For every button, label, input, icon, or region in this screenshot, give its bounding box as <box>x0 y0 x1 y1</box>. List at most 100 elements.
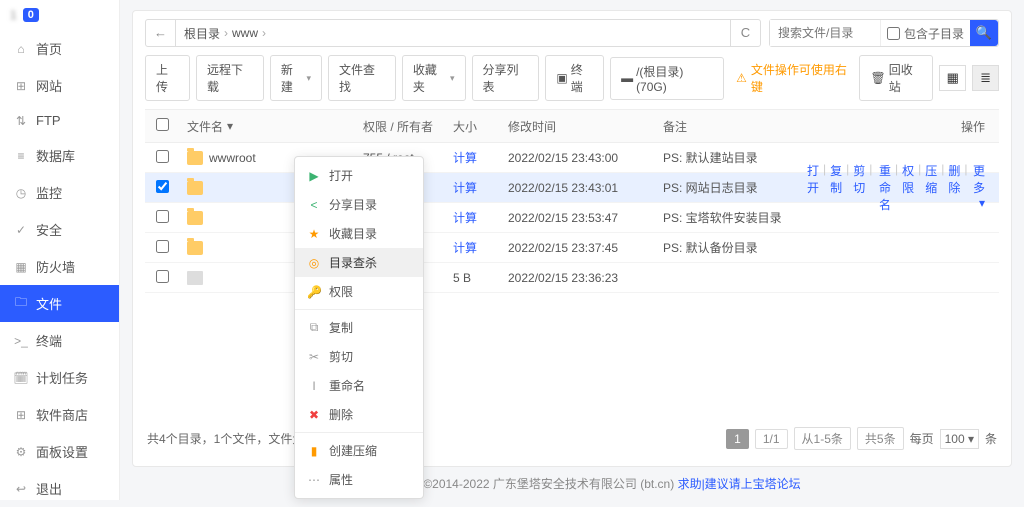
row-action[interactable]: 压缩 <box>925 162 937 213</box>
sidebar-label: FTP <box>36 113 61 128</box>
col-size[interactable]: 大小 <box>445 118 500 135</box>
file-name: wwwroot <box>209 151 256 165</box>
row-checkbox[interactable] <box>156 180 169 193</box>
share-list-button[interactable]: 分享列表 <box>472 55 540 101</box>
sidebar-item[interactable]: ⊞网站 <box>0 67 119 104</box>
sidebar-item[interactable]: ⊞软件商店 <box>0 396 119 433</box>
table-row[interactable]: 700 / www 计算 2022/02/15 23:43:01 PS: 网站日… <box>145 173 999 203</box>
context-item[interactable]: ✂剪切 <box>295 342 423 371</box>
sidebar-item[interactable]: 🗓计划任务 <box>0 359 119 396</box>
list-view-button[interactable]: ≣ <box>972 65 999 91</box>
context-item[interactable]: ⋯属性 <box>295 465 423 494</box>
per-page-select[interactable]: 100 ▾ <box>940 429 979 449</box>
row-checkbox[interactable] <box>156 270 169 283</box>
table-row[interactable]: 644 / root 5 B 2022/02/15 23:36:23 <box>145 263 999 293</box>
table-row[interactable]: 600 / root 计算 2022/02/15 23:37:45 PS: 默认… <box>145 233 999 263</box>
forum-link[interactable]: 求助|建议请上宝塔论坛 <box>678 477 801 491</box>
file-mtime: 2022/02/15 23:36:23 <box>500 271 655 285</box>
col-perm[interactable]: 权限 / 所有者 <box>355 118 445 135</box>
sidebar-icon: ✓ <box>14 223 28 237</box>
refresh-button[interactable]: C <box>730 20 760 46</box>
remote-download-button[interactable]: 远程下载 <box>196 55 264 101</box>
context-item[interactable]: < 分享目录 <box>295 190 423 219</box>
context-item[interactable]: ✖删除 <box>295 400 423 429</box>
new-button[interactable]: 新建▾ <box>270 55 322 101</box>
context-item[interactable]: ⧉ 复制 <box>295 313 423 342</box>
row-action[interactable]: 打开 <box>807 162 819 213</box>
sidebar-item[interactable]: ≡ 数据库 <box>0 137 119 174</box>
include-subdir[interactable]: 包含子目录 <box>880 20 970 46</box>
hint-text: ⚠ 文件操作可使用右键 <box>736 61 853 95</box>
copyright: 宝塔Linux面板 ©2014-2022 广东堡塔安全技术有限公司 (bt.cn… <box>132 467 1012 500</box>
grid-view-button[interactable]: ▦ <box>939 65 966 91</box>
include-subdir-checkbox[interactable] <box>887 27 900 40</box>
sidebar-item[interactable]: ⌂首页 <box>0 30 119 67</box>
context-item[interactable]: ◎目录查杀 <box>295 248 423 277</box>
upload-button[interactable]: 上传 <box>145 55 190 101</box>
sidebar-item[interactable]: ⇅FTP <box>0 104 119 137</box>
file-mtime: 2022/02/15 23:53:47 <box>500 211 655 225</box>
col-mtime[interactable]: 修改时间 <box>500 118 655 135</box>
trash-button[interactable]: 🗑 回收站 <box>859 55 933 101</box>
sidebar-label: 终端 <box>36 331 62 350</box>
row-action[interactable]: 复制 <box>830 162 842 213</box>
breadcrumb-path[interactable]: 根目录 › www › <box>176 25 730 42</box>
main-area: ← 根目录 › www › C 包含子目录 🔍 <box>120 0 1024 500</box>
breadcrumb-part[interactable]: 根目录 <box>184 25 220 42</box>
context-label: 复制 <box>329 319 353 336</box>
back-button[interactable]: ← <box>146 20 176 46</box>
table-header: 文件名 ▾ 权限 / 所有者 大小 修改时间 备注 操作 <box>145 109 999 143</box>
context-label: 收藏目录 <box>329 225 377 242</box>
context-label: 属性 <box>329 471 353 488</box>
sidebar-item[interactable]: 🗀文件 <box>0 285 119 322</box>
breadcrumb-sep: › <box>224 26 228 40</box>
sidebar-item[interactable]: ✓安全 <box>0 211 119 248</box>
context-item[interactable]: ▶打开 <box>295 161 423 190</box>
context-icon: < <box>307 198 321 212</box>
row-checkbox[interactable] <box>156 150 169 163</box>
calc-size[interactable]: 计算 <box>453 151 477 165</box>
select-all-checkbox[interactable] <box>156 118 169 131</box>
breadcrumb-part[interactable]: www <box>232 26 258 40</box>
context-icon: ▶ <box>307 169 321 183</box>
col-name[interactable]: 文件名 ▾ <box>179 118 355 135</box>
sidebar-item[interactable]: ▦防火墙 <box>0 248 119 285</box>
file-search-button[interactable]: 文件查找 <box>328 55 396 101</box>
row-action[interactable]: 更多 ▾ <box>972 162 985 213</box>
row-checkbox[interactable] <box>156 210 169 223</box>
page-current[interactable]: 1 <box>726 429 749 449</box>
favorites-button[interactable]: 收藏夹▾ <box>402 55 466 101</box>
disk-info-button[interactable]: ▬ /(根目录) (70G) <box>610 57 724 100</box>
search-input[interactable] <box>770 20 880 46</box>
context-icon: ✖ <box>307 408 321 422</box>
sidebar-item[interactable]: ◷监控 <box>0 174 119 211</box>
row-action[interactable]: 权限 <box>902 162 914 213</box>
context-icon: ⧉ <box>307 320 321 335</box>
search-button[interactable]: 🔍 <box>970 20 998 46</box>
calc-size[interactable]: 计算 <box>453 241 477 255</box>
row-checkbox[interactable] <box>156 240 169 253</box>
context-item[interactable]: ▮创建压缩 <box>295 436 423 465</box>
sidebar-label: 防火墙 <box>36 257 75 276</box>
calc-size[interactable]: 计算 <box>453 211 477 225</box>
row-action[interactable]: 剪切 <box>853 162 865 213</box>
sidebar-item[interactable]: ⚙面板设置 <box>0 433 119 470</box>
context-item[interactable]: ★收藏目录 <box>295 219 423 248</box>
terminal-button[interactable]: ▣ 终端 <box>545 55 604 101</box>
calc-size[interactable]: 计算 <box>453 181 477 195</box>
sidebar-item[interactable]: >_终端 <box>0 322 119 359</box>
sidebar: 1 0 ⌂首页⊞网站⇅FTP≡数据库◷监控✓安全▦防火墙🗀文件>_终端🗓计划任务… <box>0 0 120 500</box>
sidebar-icon: ≡ <box>14 149 28 163</box>
row-action[interactable]: 删除 <box>948 162 960 213</box>
context-item[interactable]: 🔑权限 <box>295 277 423 306</box>
col-note[interactable]: 备注 <box>655 118 799 135</box>
sidebar-label: 数据库 <box>36 146 75 165</box>
row-action[interactable]: 重命名 <box>876 162 891 213</box>
context-item[interactable]: I重命名 <box>295 371 423 400</box>
file-mtime: 2022/02/15 23:43:01 <box>500 181 655 195</box>
notification-badge[interactable]: 0 <box>23 8 39 22</box>
context-label: 分享目录 <box>329 196 377 213</box>
sidebar-item[interactable]: ↩退出 <box>0 470 119 507</box>
folder-icon <box>187 151 203 165</box>
context-icon: ◎ <box>307 256 321 270</box>
